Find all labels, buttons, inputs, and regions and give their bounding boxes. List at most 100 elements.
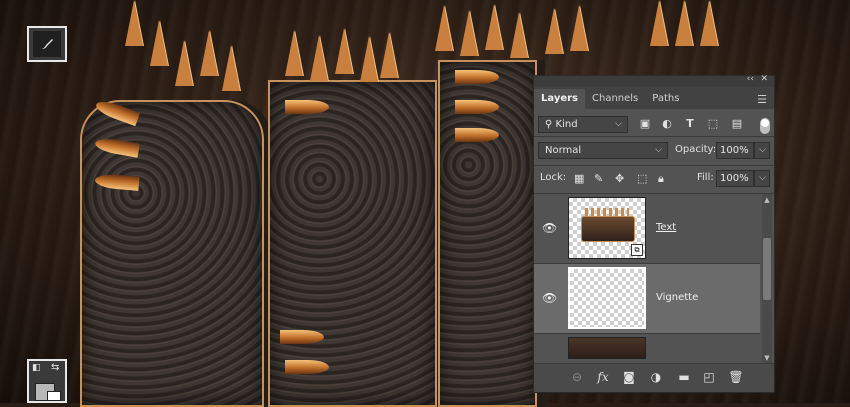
eye-icon[interactable]: 👁︎	[542, 291, 557, 305]
fill-label: Fill:	[697, 172, 714, 183]
side-spike	[285, 360, 329, 374]
lock-artboard-icon[interactable]: ⬚	[637, 172, 647, 185]
spike	[510, 12, 528, 58]
background-color-swatch[interactable]	[47, 391, 61, 401]
pixel-filter-icon[interactable]: ▣	[638, 117, 652, 130]
panel-titlebar: ‹‹ ✕	[534, 74, 774, 87]
delete-layer-icon[interactable]: 🗑︎	[727, 370, 745, 384]
lock-label: Lock:	[540, 172, 567, 183]
side-spike	[455, 100, 499, 114]
tab-channels[interactable]: Channels	[585, 89, 645, 109]
scroll-up-icon[interactable]: ▲	[762, 196, 772, 204]
adjustment-filter-icon[interactable]: ◐	[660, 117, 674, 130]
blend-mode-value: Normal	[545, 145, 582, 156]
new-group-icon[interactable]: ▬	[675, 370, 693, 384]
new-layer-icon[interactable]: ◰	[700, 370, 718, 384]
spike	[360, 36, 378, 82]
letter-p-block	[268, 80, 437, 407]
collapse-icon[interactable]: ‹‹	[747, 74, 754, 84]
spike	[125, 0, 143, 46]
chevron-down-icon: ⌵	[655, 145, 662, 155]
lock-transparent-icon[interactable]: ▦	[574, 172, 584, 185]
layers-panel: ‹‹ ✕ Layers Channels Paths ☰ ⚲ Kind ⌵ ▣ …	[533, 74, 775, 393]
spike	[310, 35, 328, 81]
text-thumbnail-art	[581, 216, 635, 242]
layer-thumbnail	[568, 267, 646, 329]
layer-thumbnail: ⧉	[568, 197, 646, 259]
spike	[150, 20, 168, 66]
eye-icon[interactable]: 👁︎	[542, 221, 557, 235]
opacity-field[interactable]: 100%	[716, 142, 754, 159]
side-spike	[280, 330, 324, 344]
adjustment-layer-icon[interactable]: ◑	[647, 370, 665, 384]
scrollbar-thumb[interactable]	[763, 238, 771, 300]
filter-toggle[interactable]	[760, 118, 770, 134]
spike	[435, 5, 453, 51]
opacity-dropdown[interactable]: ⌵	[754, 142, 770, 159]
spike	[380, 32, 398, 78]
fill-field[interactable]: 100%	[716, 170, 754, 187]
lock-all-icon[interactable]: 🔒︎	[658, 172, 664, 186]
layers-scrollbar[interactable]: ▲ ▼	[762, 194, 772, 364]
tab-layers[interactable]: Layers	[534, 89, 585, 109]
scroll-down-icon[interactable]: ▼	[762, 354, 772, 362]
type-filter-icon[interactable]: T	[683, 117, 697, 130]
chevron-down-icon: ⌵	[615, 119, 622, 129]
spike	[650, 0, 668, 46]
layer-name[interactable]: Vignette	[656, 292, 698, 303]
chevron-down-icon: ⌵	[759, 173, 766, 183]
spike	[285, 30, 303, 76]
panel-footer: ⊖ fx ◙ ◑ ▬ ◰ 🗑︎	[534, 363, 774, 392]
divider	[534, 165, 774, 166]
layer-row-text[interactable]: 👁︎ ⧉ Text	[534, 194, 760, 264]
chevron-down-icon: ⌵	[759, 145, 766, 155]
layer-row-vignette[interactable]: 👁︎ Vignette	[534, 264, 760, 334]
spike	[222, 45, 240, 91]
link-layers-icon[interactable]: ⊖	[568, 370, 586, 384]
blend-row: Normal ⌵ Opacity: 100% ⌵	[534, 140, 774, 162]
smart-object-filter-icon[interactable]: ▤	[730, 117, 744, 130]
fill-dropdown[interactable]: ⌵	[754, 170, 770, 187]
side-spike	[455, 128, 499, 142]
spike	[570, 5, 588, 51]
add-mask-icon[interactable]: ◙	[620, 370, 638, 384]
close-icon[interactable]: ✕	[760, 74, 768, 84]
filter-kind-select[interactable]: ⚲ Kind ⌵	[538, 116, 628, 133]
side-spike	[285, 100, 329, 114]
search-icon: ⚲	[545, 119, 556, 130]
lock-pixels-icon[interactable]: ✎	[594, 172, 603, 185]
tab-paths[interactable]: Paths	[645, 89, 686, 109]
spike	[200, 30, 218, 76]
fill-value: 100%	[720, 173, 749, 184]
lock-position-icon[interactable]: ✥	[615, 172, 624, 185]
opacity-label: Opacity:	[675, 144, 717, 155]
fx-icon[interactable]: fx	[594, 370, 612, 384]
divider	[534, 136, 774, 137]
layers-list: 👁︎ ⧉ Text 👁︎ Vignette ▲ ▼	[534, 194, 774, 364]
blend-mode-select[interactable]: Normal ⌵	[538, 142, 668, 159]
swap-colors-icon[interactable]: ⇆	[51, 362, 59, 373]
layer-filter-row: ⚲ Kind ⌵ ▣ ◐ T ⬚ ▤	[534, 114, 774, 136]
layer-row-background[interactable]	[534, 334, 760, 359]
layer-thumbnail	[568, 337, 646, 359]
spike	[460, 10, 478, 56]
opacity-value: 100%	[720, 145, 749, 156]
hamburger-icon[interactable]: ☰	[757, 93, 767, 106]
side-spike	[455, 70, 499, 84]
filter-kind-value: Kind	[555, 119, 578, 130]
panel-tabs: Layers Channels Paths ☰	[534, 87, 774, 109]
spike	[485, 4, 503, 50]
color-swatches[interactable]: ◧ ⇆	[27, 359, 67, 403]
lock-row: Lock: ▦ ✎ ✥ ⬚ 🔒︎ Fill: 100% ⌵	[534, 168, 774, 190]
shape-filter-icon[interactable]: ⬚	[706, 117, 720, 130]
brush-icon	[33, 31, 61, 57]
spike	[335, 28, 353, 74]
spike	[545, 8, 563, 54]
brush-tool-button[interactable]	[27, 26, 67, 62]
spike	[175, 40, 193, 86]
default-colors-icon[interactable]: ◧	[32, 363, 41, 373]
spike	[700, 0, 718, 46]
smart-object-icon: ⧉	[631, 244, 643, 256]
layer-name[interactable]: Text	[656, 222, 676, 233]
spike	[675, 0, 693, 46]
